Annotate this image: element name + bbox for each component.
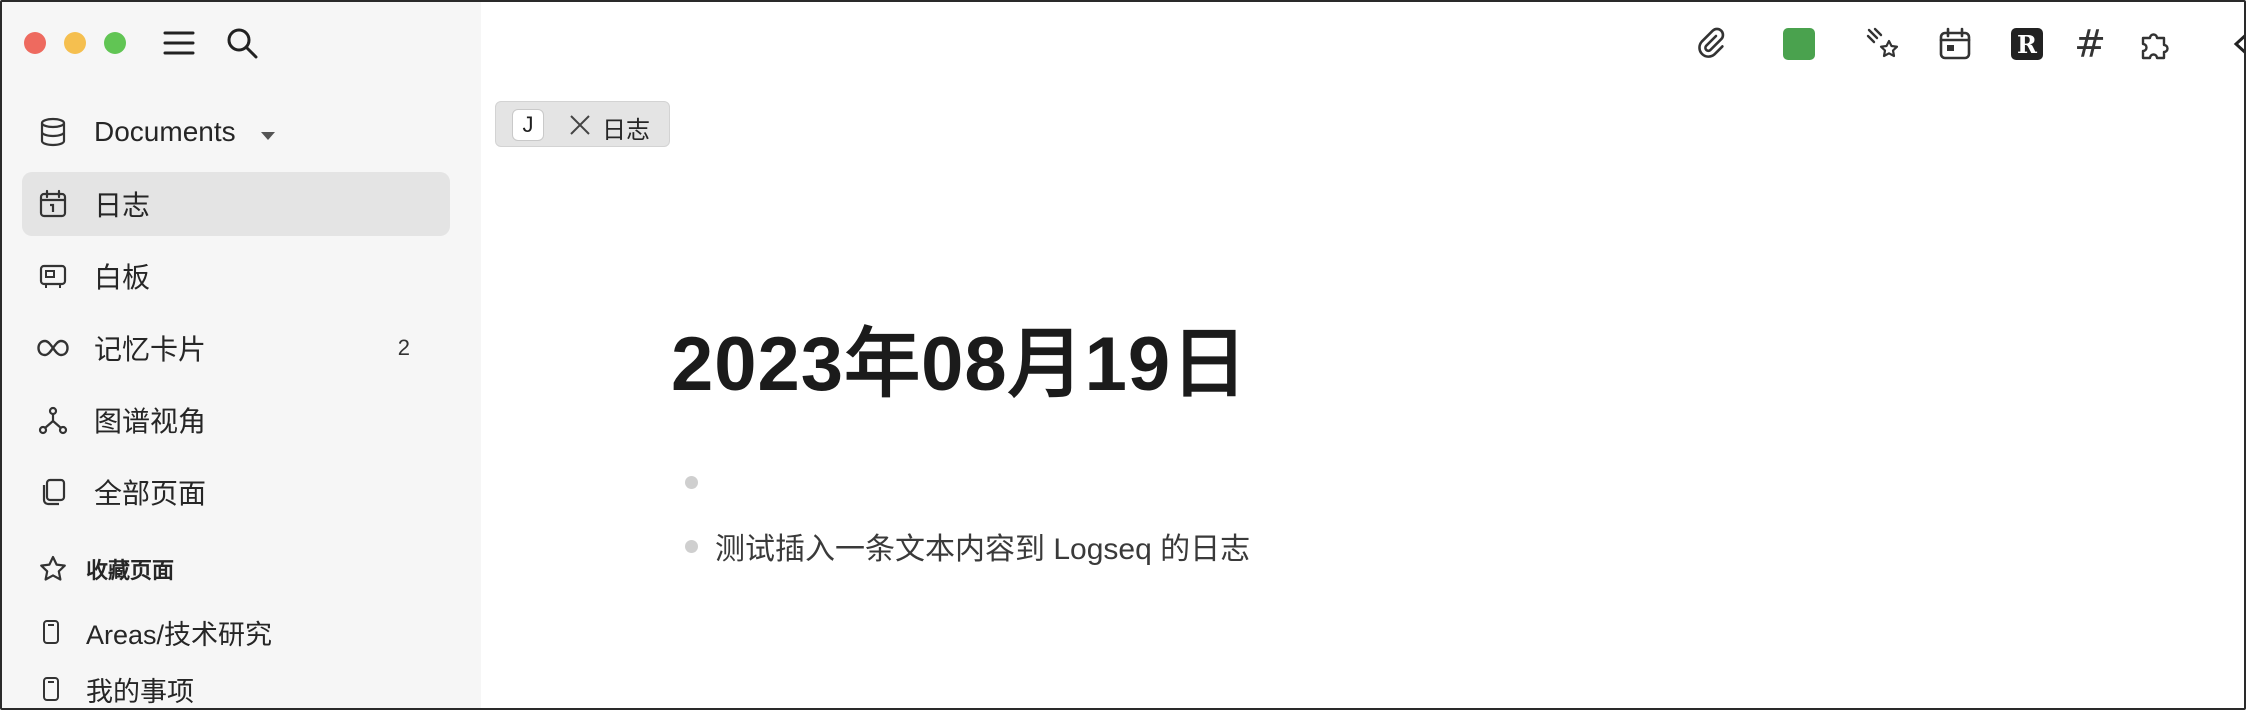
- calendar-icon[interactable]: [1935, 24, 1975, 64]
- tab-journals[interactable]: J 日志: [495, 101, 670, 147]
- block-content[interactable]: 测试插入一条文本内容到 Logseq 的日志: [715, 524, 1250, 568]
- graph-selector[interactable]: Documents: [22, 100, 450, 164]
- sidebar-item-label: 图谱视角: [94, 406, 207, 437]
- green-square[interactable]: [1779, 24, 1819, 64]
- sync-status-indicator: [1783, 28, 1815, 60]
- empty-block[interactable]: [715, 464, 1615, 504]
- block-bullet[interactable]: [685, 540, 698, 553]
- favorite-item[interactable]: 我的事项: [36, 669, 194, 708]
- page-icon: [36, 617, 66, 647]
- sidebar-item-whiteboards[interactable]: 白板: [22, 244, 450, 308]
- favorite-item[interactable]: Areas/技术研究: [36, 612, 272, 652]
- close-icon[interactable]: [566, 111, 594, 139]
- sidebar-item-all-pages[interactable]: 全部页面: [22, 460, 450, 524]
- minimize-window-button[interactable]: [64, 32, 86, 54]
- close-window-button[interactable]: [24, 32, 46, 54]
- left-sidebar: Documents 日志 白板 记忆卡片 2 图谱视角 全部页面 收藏页面 Ar…: [2, 2, 481, 708]
- favorites-label: 收藏页面: [86, 558, 175, 583]
- infinity-icon: [36, 331, 70, 365]
- sidebar-item-journals[interactable]: 日志: [22, 172, 450, 236]
- star-icon: [36, 552, 70, 586]
- favorites-header[interactable]: 收藏页面: [22, 550, 174, 588]
- tab-badge: J: [512, 109, 544, 141]
- chevron-down-icon: [260, 128, 276, 146]
- page-title[interactable]: 2023年08月19日: [671, 302, 1248, 412]
- graph-icon: [36, 403, 70, 437]
- tab-label: 日志: [602, 117, 650, 144]
- hash-icon[interactable]: #: [2070, 22, 2110, 66]
- main-content: R # J 日志 2023年08月19日 测试插入一条文本内容到 Logseq …: [481, 2, 2244, 708]
- hash-glyph: #: [2074, 22, 2106, 66]
- sidebar-item-graph-view[interactable]: 图谱视角: [22, 388, 450, 452]
- maximize-window-button[interactable]: [104, 32, 126, 54]
- app-window: Documents 日志 白板 记忆卡片 2 图谱视角 全部页面 收藏页面 Ar…: [0, 0, 2246, 710]
- favorite-item-label: Areas/技术研究: [86, 619, 273, 650]
- flashcard-count: 2: [397, 335, 410, 360]
- menu-icon[interactable]: [160, 24, 198, 62]
- pages-icon: [36, 475, 70, 509]
- sidebar-item-label: 全部页面: [94, 478, 207, 509]
- favorite-item-label: 我的事项: [86, 676, 194, 707]
- page-icon: [36, 674, 66, 704]
- graph-name: Documents: [94, 116, 236, 147]
- r-badge-text: R: [2017, 30, 2038, 59]
- calendar-icon: [36, 187, 70, 221]
- search-icon[interactable]: [223, 24, 261, 62]
- puzzle-icon[interactable]: [2135, 24, 2175, 64]
- sidebar-item-label: 日志: [94, 190, 151, 221]
- whiteboard-icon: [36, 259, 70, 293]
- sidebar-item-label: 白板: [94, 262, 151, 293]
- r-badge-icon[interactable]: R: [2007, 24, 2047, 64]
- arrow-left-icon[interactable]: [2223, 24, 2244, 64]
- database-icon: [36, 115, 70, 149]
- sparkles-icon[interactable]: [1863, 24, 1903, 64]
- paperclip-icon[interactable]: [1692, 24, 1732, 64]
- sidebar-item-label: 记忆卡片: [94, 334, 207, 365]
- sidebar-item-flashcards[interactable]: 记忆卡片 2: [22, 316, 450, 380]
- block-bullet[interactable]: [685, 476, 698, 489]
